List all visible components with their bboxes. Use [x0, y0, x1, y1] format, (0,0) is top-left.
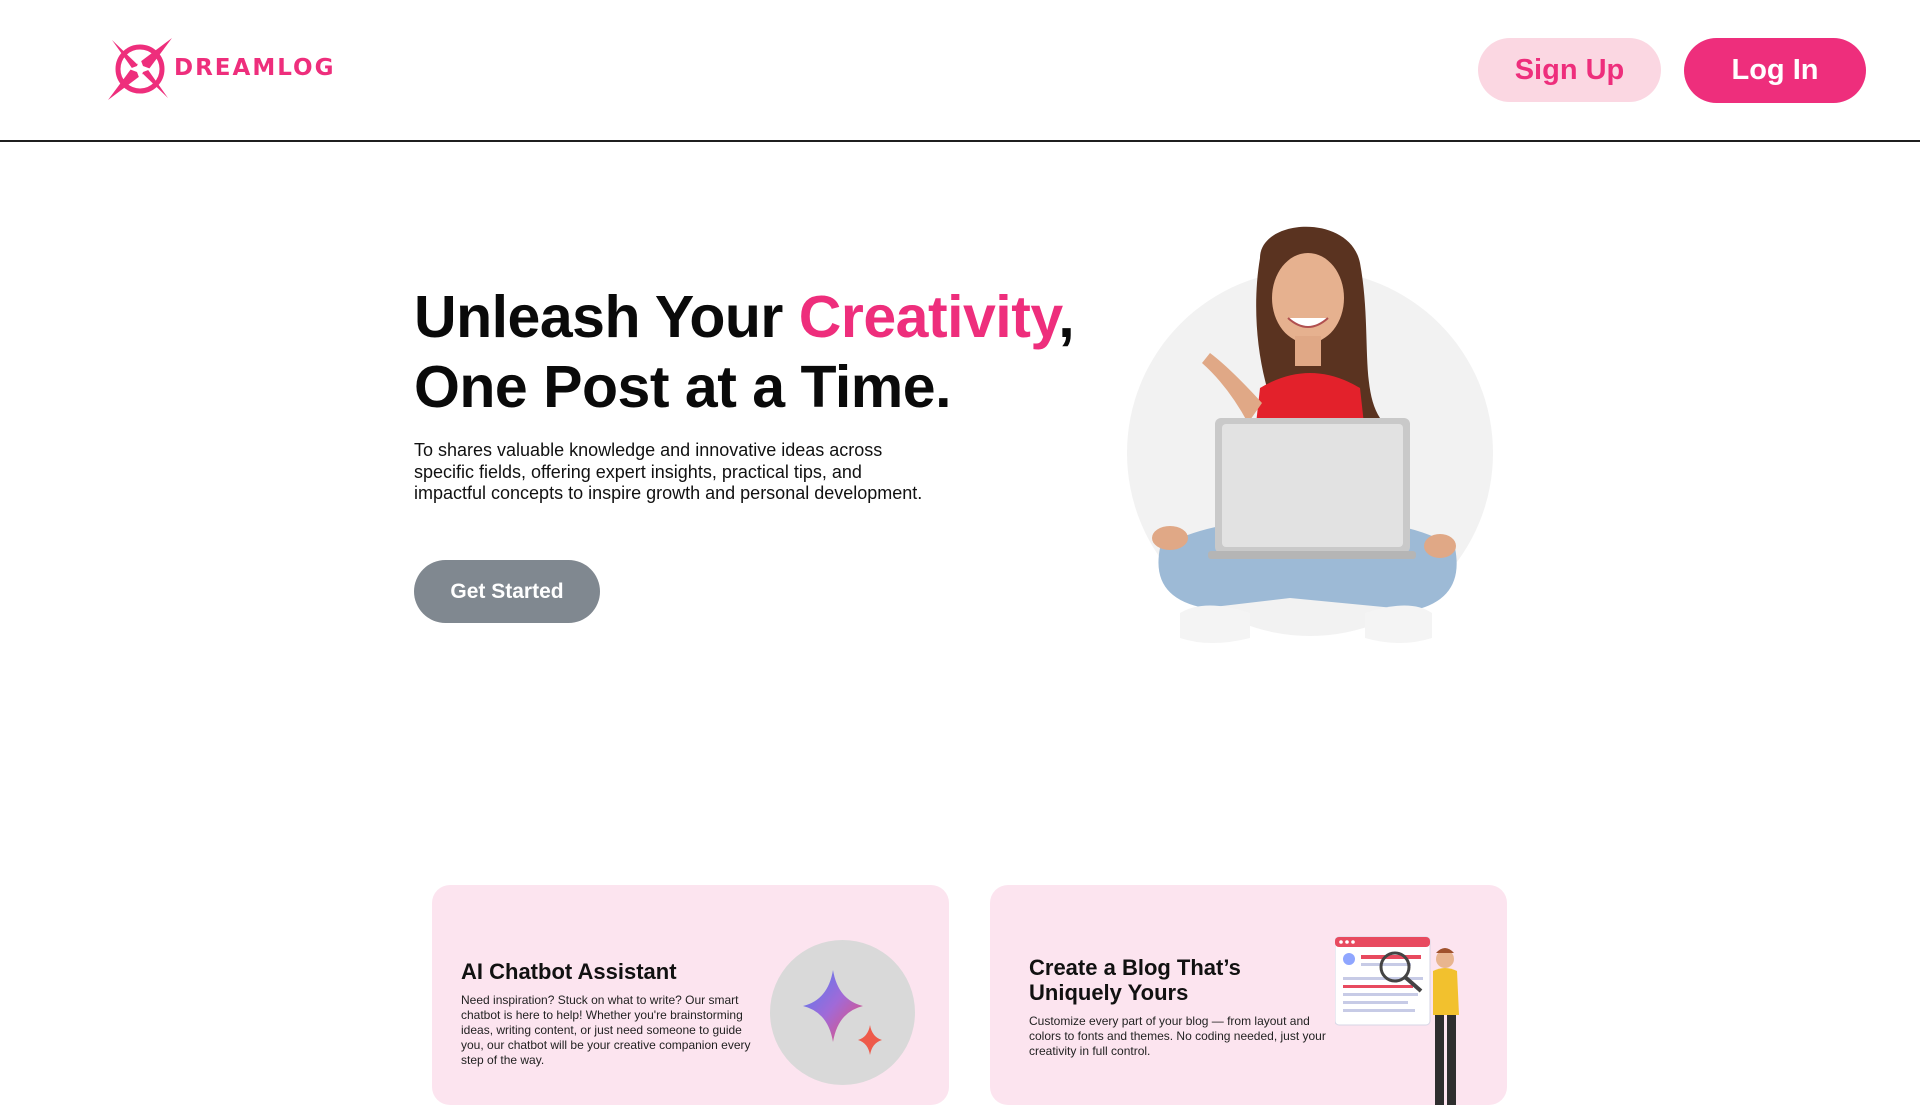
- feature-card-ai-chatbot[interactable]: AI Chatbot Assistant Need inspiration? S…: [432, 885, 949, 1105]
- hero-heading-part2: ,: [1058, 284, 1075, 350]
- top-nav-bar: DREAMLOG Sign Up Log In: [0, 0, 1920, 142]
- get-started-button[interactable]: Get Started: [414, 560, 600, 623]
- logo-wordmark: DREAMLOG: [174, 55, 336, 81]
- sparkle-icon: [803, 970, 882, 1055]
- hero-heading-line2: One Post at a Time.: [414, 354, 951, 420]
- hero-heading-accent: Creativity: [798, 284, 1059, 350]
- feature-card-customize-blog[interactable]: Create a Blog That’s Uniquely Yours Cust…: [990, 885, 1507, 1105]
- logo-x-star-icon: [108, 38, 172, 100]
- log-in-button[interactable]: Log In: [1684, 38, 1866, 103]
- sparkle-icon-container: [770, 940, 915, 1085]
- feature-description: Customize every part of your blog — from…: [1029, 1014, 1326, 1058]
- hero-heading: Unleash Your Creativity, One Post at a T…: [414, 282, 1075, 422]
- hero-heading-part1: Unleash Your: [414, 284, 799, 350]
- feature-description: Need inspiration? Stuck on what to write…: [461, 993, 751, 1067]
- dreamlog-logo[interactable]: DREAMLOG: [104, 34, 335, 104]
- hero-woman-with-laptop-image: [1127, 226, 1493, 643]
- hero-description: To shares valuable knowledge and innovat…: [414, 440, 923, 503]
- sign-up-button[interactable]: Sign Up: [1478, 38, 1661, 102]
- feature-title: Create a Blog That’s Uniquely Yours: [1029, 955, 1241, 1005]
- feature-title: AI Chatbot Assistant: [461, 959, 677, 984]
